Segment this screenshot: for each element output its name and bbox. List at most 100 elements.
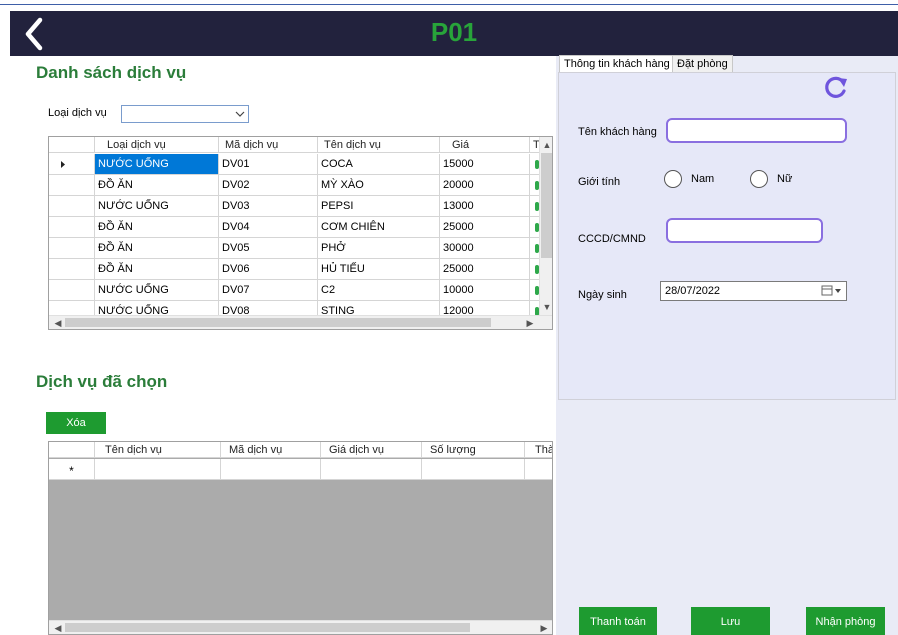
column-header[interactable]: Loại dịch vụ — [95, 137, 219, 153]
table-cell[interactable]: NƯỚC UỐNG — [95, 196, 219, 217]
save-button[interactable]: Lưu — [691, 607, 770, 635]
selected-hscroll[interactable]: ◀ ▶ — [49, 620, 552, 634]
table-cell[interactable]: 20000 — [440, 175, 530, 196]
gender-label: Giới tính — [578, 176, 621, 188]
table-cell[interactable] — [422, 459, 525, 480]
column-header[interactable]: Mã dịch vụ — [219, 137, 318, 153]
delete-button[interactable]: Xóa — [46, 412, 106, 434]
table-cell[interactable] — [530, 196, 539, 217]
table-cell[interactable]: DV07 — [219, 280, 318, 301]
table-cell[interactable] — [221, 459, 321, 480]
column-header[interactable]: Tên dịch vụ — [318, 137, 440, 153]
table-cell[interactable]: DV06 — [219, 259, 318, 280]
scroll-left-icon[interactable]: ◀ — [51, 621, 65, 634]
column-header[interactable]: Số lượng — [422, 442, 525, 458]
column-header[interactable]: Tên dịch vụ — [95, 442, 221, 458]
row-header[interactable] — [49, 196, 95, 217]
customer-name-input[interactable] — [666, 118, 847, 143]
table-cell[interactable]: 25000 — [440, 259, 530, 280]
table-cell[interactable] — [530, 238, 539, 259]
table-cell[interactable] — [530, 217, 539, 238]
row-header[interactable] — [49, 238, 95, 259]
pay-button[interactable]: Thanh toán — [579, 607, 657, 635]
table-cell[interactable] — [530, 280, 539, 301]
column-header[interactable]: Giá dịch vụ — [321, 442, 422, 458]
table-cell[interactable]: ĐỒ ĂN — [95, 259, 219, 280]
row-pointer-icon — [61, 161, 65, 168]
customer-name-label: Tên khách hàng — [578, 126, 657, 138]
table-row[interactable]: NƯỚC UỐNG DV03 PEPSI 13000 — [49, 196, 539, 217]
row-header[interactable] — [49, 175, 95, 196]
table-cell[interactable]: 30000 — [440, 238, 530, 259]
table-row[interactable]: NƯỚC UỐNG DV01 COCA 15000 — [49, 154, 539, 175]
table-cell[interactable] — [321, 459, 422, 480]
table-cell[interactable]: 25000 — [440, 217, 530, 238]
vscroll-thumb[interactable] — [541, 153, 552, 258]
table-cell[interactable]: DV03 — [219, 196, 318, 217]
service-type-combo[interactable] — [121, 105, 249, 123]
scroll-left-icon[interactable]: ◀ — [51, 316, 65, 329]
table-cell[interactable]: DV01 — [219, 154, 318, 175]
scroll-right-icon[interactable]: ▶ — [523, 316, 537, 329]
services-grid[interactable]: Loại dịch vụ Mã dịch vụ Tên dịch vụ Giá … — [48, 136, 553, 330]
column-header[interactable]: Mã dịch vụ — [221, 442, 321, 458]
table-cell[interactable]: PHỞ — [318, 238, 440, 259]
table-cell[interactable]: COCA — [318, 154, 440, 175]
table-row[interactable]: ĐỒ ĂN DV04 CƠM CHIÊN 25000 — [49, 217, 539, 238]
table-row[interactable]: ĐỒ ĂN DV06 HỦ TIẾU 25000 — [49, 259, 539, 280]
table-cell[interactable]: DV05 — [219, 238, 318, 259]
grid-corner-cell — [49, 137, 95, 153]
scroll-right-icon[interactable]: ▶ — [537, 621, 551, 634]
row-header[interactable] — [49, 217, 95, 238]
dob-value: 28/07/2022 — [665, 285, 721, 297]
table-cell[interactable]: C2 — [318, 280, 440, 301]
chevron-down-icon[interactable] — [234, 107, 246, 121]
table-cell[interactable]: DV02 — [219, 175, 318, 196]
table-cell[interactable]: 10000 — [440, 280, 530, 301]
table-cell[interactable]: HỦ TIẾU — [318, 259, 440, 280]
table-row[interactable]: ĐỒ ĂN DV02 MỲ XÀO 20000 — [49, 175, 539, 196]
table-cell[interactable]: ĐỒ ĂN — [95, 175, 219, 196]
column-header[interactable]: Giá — [440, 137, 530, 153]
top-divider — [0, 4, 898, 5]
table-row[interactable]: NƯỚC UỐNG DV07 C2 10000 — [49, 280, 539, 301]
scroll-up-icon[interactable]: ▲ — [540, 138, 552, 152]
gender-female-radio[interactable] — [750, 170, 768, 188]
gender-male-radio[interactable] — [664, 170, 682, 188]
calendar-icon[interactable] — [820, 284, 844, 298]
hscroll-thumb[interactable] — [65, 318, 491, 327]
table-cell[interactable] — [525, 459, 552, 480]
checkin-button[interactable]: Nhận phòng — [806, 607, 885, 635]
scroll-down-icon[interactable]: ▼ — [540, 300, 552, 314]
row-header[interactable] — [49, 154, 95, 175]
table-cell[interactable]: ĐỒ ĂN — [95, 217, 219, 238]
row-header[interactable] — [49, 280, 95, 301]
dob-picker[interactable]: 28/07/2022 — [660, 281, 847, 301]
selected-grid[interactable]: Tên dịch vụ Mã dịch vụ Giá dịch vụ Số lư… — [48, 441, 553, 635]
table-cell[interactable]: PEPSI — [318, 196, 440, 217]
new-row[interactable]: * — [49, 459, 552, 480]
services-vscroll[interactable]: ▲ ▼ — [539, 137, 552, 315]
table-cell[interactable] — [530, 259, 539, 280]
table-cell[interactable] — [530, 154, 539, 175]
refresh-icon[interactable] — [822, 74, 850, 102]
table-row[interactable]: ĐỒ ĂN DV05 PHỞ 30000 — [49, 238, 539, 259]
table-cell[interactable]: MỲ XÀO — [318, 175, 440, 196]
table-cell[interactable]: NƯỚC UỐNG — [95, 154, 219, 175]
hscroll-thumb[interactable] — [65, 623, 470, 632]
column-header[interactable]: Thà — [525, 442, 552, 458]
table-cell[interactable] — [530, 175, 539, 196]
table-cell[interactable]: NƯỚC UỐNG — [95, 280, 219, 301]
table-cell[interactable]: CƠM CHIÊN — [318, 217, 440, 238]
tab-customer-info[interactable]: Thông tin khách hàng — [559, 55, 675, 72]
table-cell[interactable]: 13000 — [440, 196, 530, 217]
services-hscroll[interactable]: ◀ ▶ — [49, 315, 552, 329]
table-cell[interactable]: 15000 — [440, 154, 530, 175]
table-cell[interactable]: ĐỒ ĂN — [95, 238, 219, 259]
header-bar: P01 — [10, 11, 898, 56]
tab-booking[interactable]: Đặt phòng — [672, 55, 733, 72]
id-card-input[interactable] — [666, 218, 823, 243]
table-cell[interactable]: DV04 — [219, 217, 318, 238]
row-header[interactable] — [49, 259, 95, 280]
table-cell[interactable] — [95, 459, 221, 480]
